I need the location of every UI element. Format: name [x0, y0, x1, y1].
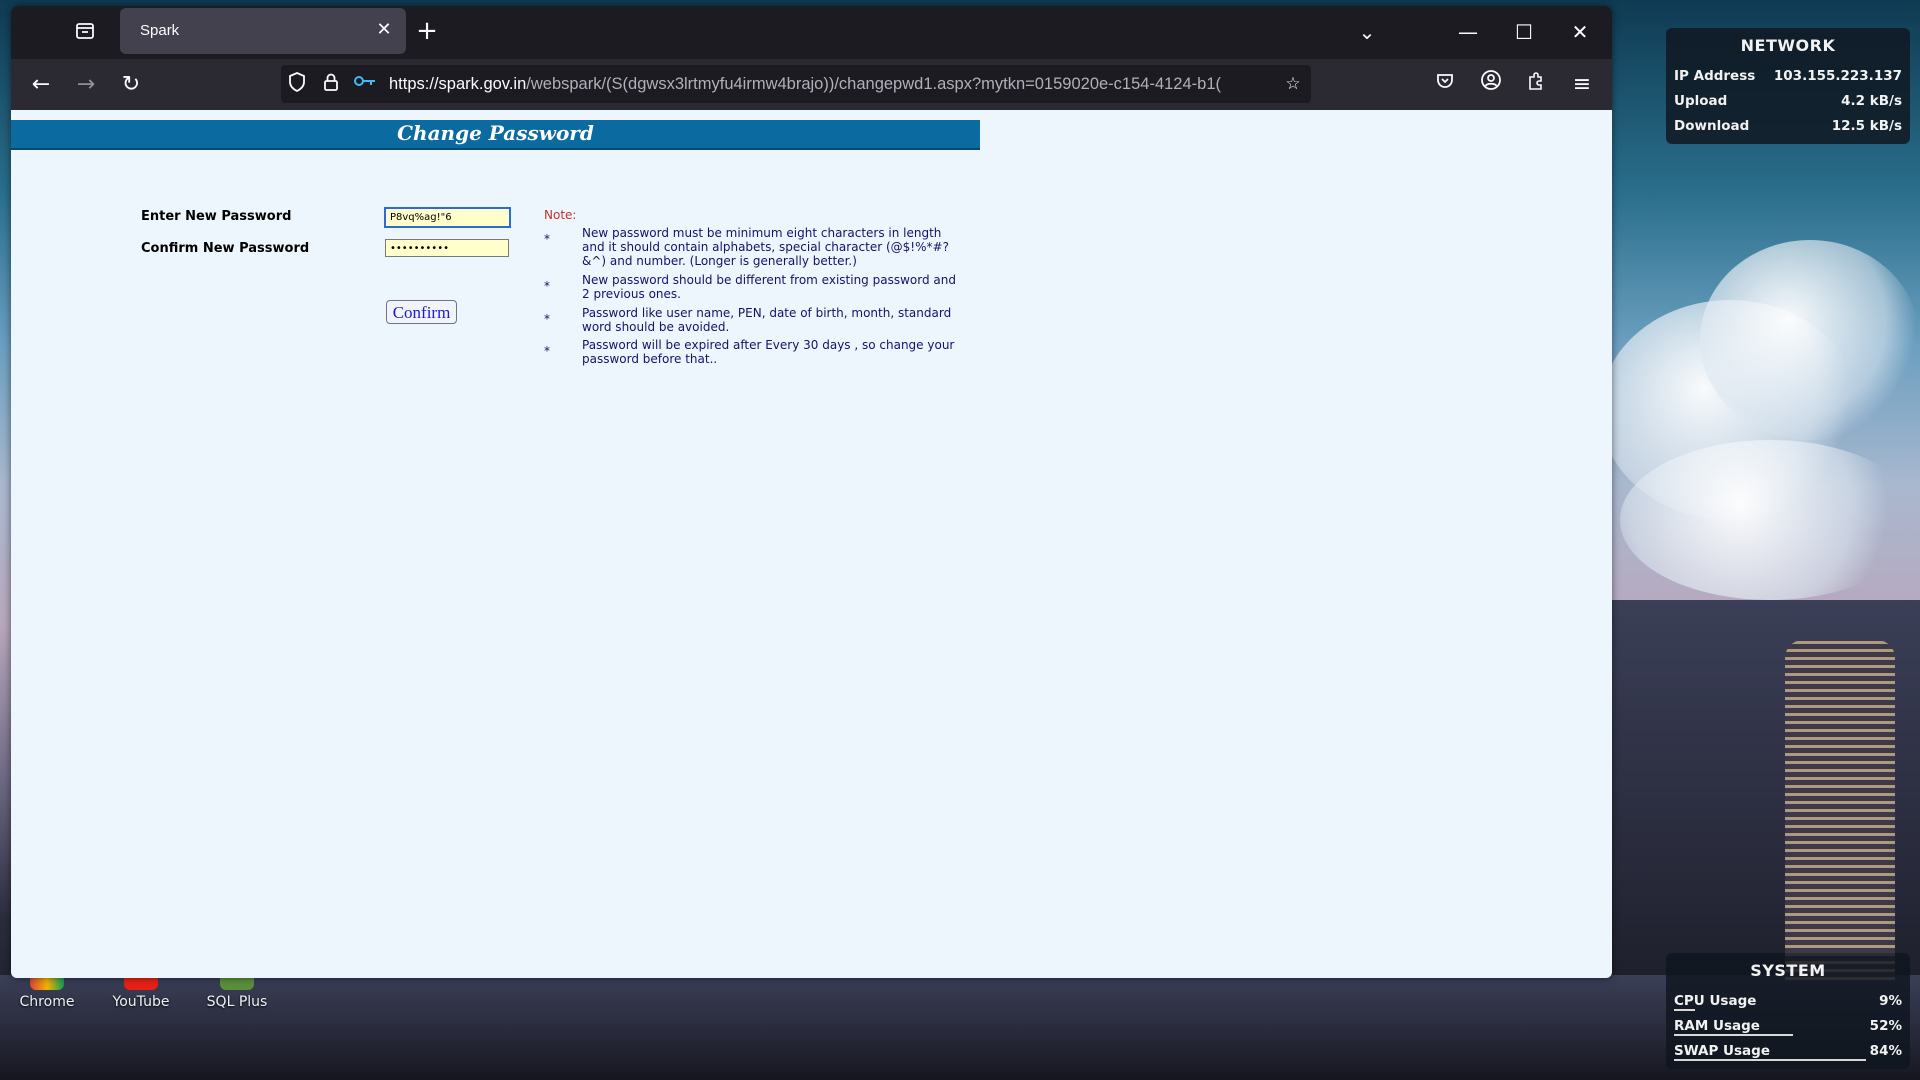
note-text: New password must be minimum eight chara… [582, 226, 949, 268]
row-value: 4.2 kB/s [1841, 92, 1902, 109]
row-value: 52% [1869, 1017, 1902, 1034]
new-password-input[interactable]: P8vq%ag!"6 [384, 207, 511, 228]
note-item: * New password must be minimum eight cha… [544, 226, 964, 268]
usage-bar [1674, 1034, 1793, 1036]
pocket-icon[interactable] [1429, 69, 1461, 101]
desktop-icon-label: Chrome [19, 994, 75, 1010]
network-widget-title: NETWORK [1740, 36, 1836, 55]
confirm-password-label: Confirm New Password [141, 241, 310, 256]
row-value: 12.5 kB/s [1831, 117, 1902, 134]
note-text: Password will be expired after Every 30 … [582, 338, 955, 366]
back-icon[interactable]: ← [25, 69, 57, 101]
close-window-icon[interactable]: ✕ [1560, 16, 1600, 48]
tab-spark[interactable]: Spark ✕ [120, 8, 406, 54]
page-header-banner: Change Password [11, 120, 980, 150]
note-item: * New password should be different from … [544, 273, 964, 301]
desktop-icon-label: SQL Plus [206, 994, 268, 1010]
lock-icon[interactable] [319, 72, 343, 96]
tab-title: Spark [140, 22, 180, 39]
network-row-download: Download 12.5 kB/s [1674, 113, 1902, 138]
wallpaper-city [0, 975, 1920, 1080]
account-icon[interactable] [1475, 69, 1507, 101]
menu-icon[interactable]: ≡ [1566, 69, 1598, 101]
url-text[interactable]: https://spark.gov.in/webspark/(S(dgwsx3l… [389, 75, 1259, 94]
row-label: SWAP Usage [1674, 1042, 1770, 1059]
row-label: Download [1674, 117, 1750, 134]
bullet: * [544, 279, 550, 293]
confirm-button[interactable]: Confirm [386, 300, 457, 324]
note-text: New password should be different from ex… [582, 273, 956, 301]
row-value: 9% [1879, 992, 1902, 1009]
confirm-password-input[interactable]: •••••••••• [385, 239, 509, 257]
page-title: Change Password [397, 121, 594, 145]
bullet: * [544, 312, 550, 326]
list-tabs-icon[interactable]: ⌄ [1347, 16, 1387, 48]
system-row-cpu: CPU Usage 9% [1674, 988, 1902, 1013]
new-tab-icon[interactable]: + [411, 16, 443, 48]
system-widget: SYSTEM CPU Usage 9% RAM Usage 52% SWAP U… [1666, 953, 1910, 1069]
url-bar[interactable]: https://spark.gov.in/webspark/(S(dgwsx3l… [281, 65, 1311, 103]
url-path: /webspark/(S(dgwsx3lrtmyfu4irmw4brajo))/… [526, 75, 1221, 93]
note-text: Password like user name, PEN, date of bi… [582, 306, 952, 334]
page-content: Change Password Enter New Password P8vq%… [11, 110, 1612, 978]
usage-bar [1674, 1059, 1866, 1061]
row-value: 84% [1869, 1042, 1902, 1059]
system-row-swap: SWAP Usage 84% [1674, 1038, 1902, 1063]
row-value: 103.155.223.137 [1773, 67, 1902, 84]
system-row-ram: RAM Usage 52% [1674, 1013, 1902, 1038]
wallpaper-cloud [1700, 240, 1920, 440]
wallpaper-tower [1785, 640, 1895, 980]
row-label: Upload [1674, 92, 1728, 109]
close-tab-icon[interactable]: ✕ [372, 18, 396, 42]
browser-window: Spark ✕ + ⌄ — ☐ ✕ ← → ↻ https://spark.go… [11, 6, 1612, 978]
note-item: * Password will be expired after Every 3… [544, 338, 964, 366]
forward-icon[interactable]: → [70, 69, 102, 101]
bullet: * [544, 344, 550, 358]
bookmark-star-icon[interactable]: ☆ [1281, 72, 1305, 96]
maximize-icon[interactable]: ☐ [1504, 16, 1544, 48]
row-label: RAM Usage [1674, 1017, 1760, 1034]
note-label: Note: [544, 208, 577, 222]
new-password-label: Enter New Password [141, 209, 292, 224]
nav-bar: ← → ↻ https://spark.gov.in/webspark/(S(d… [11, 59, 1612, 110]
reload-icon[interactable]: ↻ [115, 69, 147, 101]
shield-icon[interactable] [285, 72, 309, 96]
network-row-upload: Upload 4.2 kB/s [1674, 88, 1902, 113]
desktop-icon-label: YouTube [112, 994, 170, 1010]
url-host: https://spark.gov.in [389, 75, 527, 93]
network-row-ip: IP Address 103.155.223.137 [1674, 63, 1902, 88]
system-widget-title: SYSTEM [1750, 961, 1826, 980]
tab-bar: Spark ✕ + ⌄ — ☐ ✕ [11, 6, 1612, 59]
row-label: CPU Usage [1674, 992, 1757, 1009]
tab-overview-icon[interactable] [71, 20, 99, 48]
key-icon[interactable] [353, 72, 377, 96]
network-widget: NETWORK IP Address 103.155.223.137 Uploa… [1666, 28, 1910, 144]
bullet: * [544, 232, 550, 246]
minimize-icon[interactable]: — [1448, 16, 1488, 48]
note-item: * Password like user name, PEN, date of … [544, 306, 964, 334]
extensions-icon[interactable] [1520, 69, 1552, 101]
wallpaper-cloud [1620, 440, 1920, 600]
row-label: IP Address [1674, 67, 1756, 84]
usage-bar [1674, 1009, 1695, 1011]
